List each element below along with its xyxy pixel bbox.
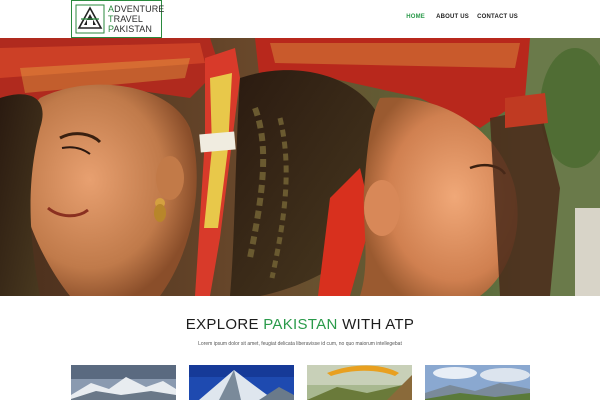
valley-landscape-photo[interactable] (425, 365, 530, 400)
logo-text: ADVENTURE TRAVEL PAKISTAN (108, 4, 165, 34)
title-post: WITH ATP (337, 316, 415, 333)
nav-about-us[interactable]: ABOUT US (436, 14, 469, 20)
nav-home[interactable]: HOME (406, 14, 425, 20)
paraglider-photo[interactable] (307, 365, 412, 400)
logo-line2: RAVEL (113, 14, 143, 24)
title-accent: PAKISTAN (263, 316, 338, 333)
section-title: EXPLORE PAKISTAN WITH ATP (0, 316, 600, 333)
snow-peak-photo[interactable] (189, 365, 294, 400)
logo-emblem-icon (75, 4, 105, 34)
title-pre: EXPLORE (185, 316, 264, 333)
site-logo[interactable]: ADVENTURE TRAVEL PAKISTAN (71, 0, 165, 38)
site-header: ADVENTURE TRAVEL PAKISTAN HOME ABOUT US … (0, 0, 600, 38)
section-subtitle: Lorem ipsum dolor sit amet, feugiat deli… (198, 341, 402, 347)
hero-banner-image (0, 38, 600, 296)
logo-line1: DVENTURE (114, 4, 165, 14)
logo-line3: AKISTAN (113, 24, 152, 34)
mountain-range-photo[interactable] (71, 365, 176, 400)
nav-contact-us[interactable]: CONTACT US (477, 14, 518, 20)
